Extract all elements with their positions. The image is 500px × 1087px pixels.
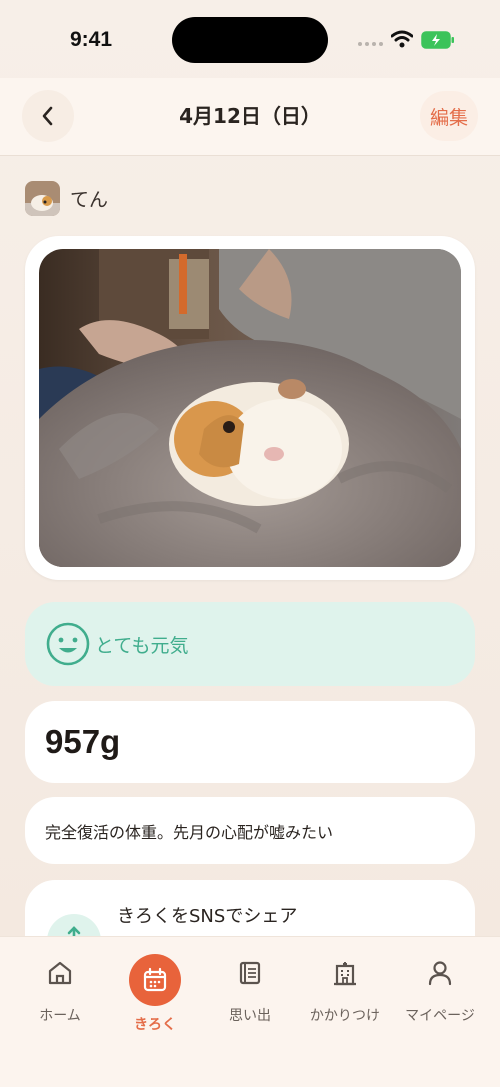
calendar-icon [143,967,167,992]
tab-mypage-label: マイページ [405,1008,475,1024]
status-bar: 9:41 [0,0,500,78]
tab-omoide-label: 思い出 [229,1008,271,1024]
cellular-signal-icon [358,42,383,46]
weight-value: 957g [45,723,121,760]
tab-bar: ホーム きろく 思い出 かかりつけ マイページ [0,936,500,1087]
home-icon [48,961,72,985]
nav-header: 4月12日（日） 編集 [0,78,500,156]
battery-icon [421,31,454,49]
pet-photo[interactable] [39,249,461,567]
weight-card[interactable]: 957g [25,701,475,783]
tab-home-label: ホーム [39,1008,81,1024]
status-time: 9:41 [70,28,113,51]
tab-kakaritsuke[interactable]: かかりつけ [295,937,395,1047]
memo-card[interactable]: 完全復活の体重。先月の心配が嘘みたい [25,797,475,864]
dynamic-island [172,17,328,63]
tab-kiroku[interactable]: きろく [105,937,205,1047]
album-icon [239,961,261,985]
pet-avatar [25,180,60,216]
tab-kakaritsuke-label: かかりつけ [309,1008,381,1024]
pet-name: てん [70,188,109,211]
mood-card[interactable]: とても元気 [25,602,475,686]
mood-label: とても元気 [95,634,189,657]
edit-button[interactable]: 編集 [420,91,478,141]
photo-card [25,236,475,580]
hospital-icon [334,962,356,986]
pet-selector[interactable]: てん [25,180,108,216]
person-icon [428,961,452,986]
share-title: きろくをSNSでシェア [117,906,298,927]
tab-mypage[interactable]: マイページ [390,937,490,1047]
wifi-icon [391,30,413,48]
smile-icon [46,622,90,666]
tab-home[interactable]: ホーム [10,937,110,1047]
tab-kiroku-label: きろく [134,1017,176,1033]
memo-text: 完全復活の体重。先月の心配が嘘みたい [45,822,334,842]
tab-omoide[interactable]: 思い出 [200,937,300,1047]
